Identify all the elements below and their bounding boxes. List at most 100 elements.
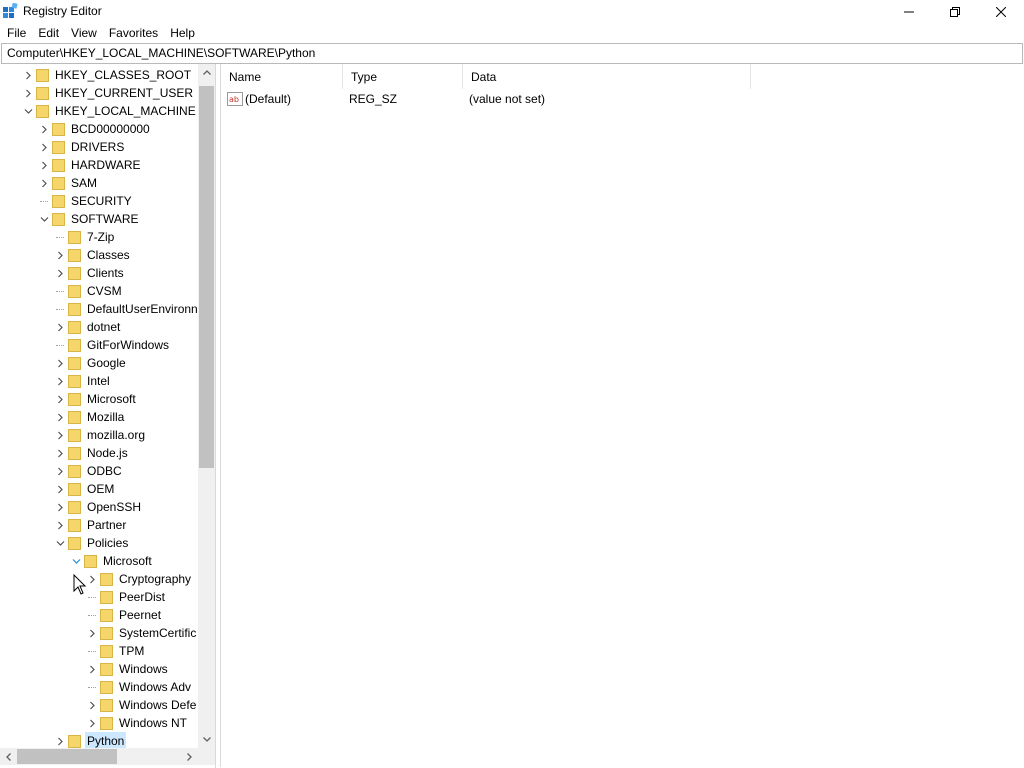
chevron-down-icon[interactable] [36, 210, 52, 228]
tree-item[interactable]: Windows Defe [84, 696, 198, 714]
tree-item[interactable]: PeerDist [84, 588, 167, 606]
tree-item[interactable]: CVSM [52, 282, 124, 300]
tree-horizontal-scrollbar[interactable] [0, 748, 198, 765]
tree-item[interactable]: Policies [52, 534, 130, 552]
values-list-pane[interactable]: Name Type Data ab (Default) REG_SZ (valu… [220, 64, 1023, 767]
tree-item-label: Intel [87, 374, 110, 388]
scroll-left-arrow-icon[interactable] [0, 748, 17, 765]
tree-item-label: Windows [119, 662, 168, 676]
chevron-right-icon[interactable] [84, 624, 100, 642]
chevron-right-icon[interactable] [84, 696, 100, 714]
menu-favorites[interactable]: Favorites [103, 23, 164, 43]
chevron-right-icon[interactable] [52, 732, 68, 748]
restore-button[interactable] [932, 0, 978, 23]
tree-item[interactable]: Windows [84, 660, 170, 678]
tree-item[interactable]: Windows NT [84, 714, 189, 732]
chevron-right-icon[interactable] [52, 498, 68, 516]
tree-horizontal-scroll-thumb[interactable] [17, 749, 117, 764]
tree-item[interactable]: Peernet [84, 606, 163, 624]
chevron-right-icon[interactable] [52, 408, 68, 426]
chevron-right-icon[interactable] [52, 318, 68, 336]
chevron-right-icon[interactable] [52, 390, 68, 408]
menu-edit[interactable]: Edit [32, 23, 65, 43]
tree-view: HKEY_CLASSES_ROOT HKEY_CURRENT_USER HKEY_L… [0, 64, 198, 748]
tree-item[interactable]: BCD00000000 [36, 120, 152, 138]
scroll-down-arrow-icon[interactable] [198, 731, 215, 748]
chevron-right-icon[interactable] [52, 372, 68, 390]
chevron-right-icon[interactable] [52, 444, 68, 462]
column-header-name[interactable]: Name [221, 64, 343, 89]
folder-icon [36, 105, 49, 118]
tree-item[interactable]: GitForWindows [52, 336, 171, 354]
tree-item-label: Classes [87, 248, 130, 262]
chevron-down-icon[interactable] [68, 552, 84, 570]
tree-item[interactable]: Microsoft [68, 552, 154, 570]
tree-item[interactable]: Cryptography [84, 570, 193, 588]
tree-item[interactable]: Windows Adv [84, 678, 193, 696]
chevron-right-icon[interactable] [36, 174, 52, 192]
folder-icon [68, 285, 81, 298]
tree-item[interactable]: OEM [52, 480, 116, 498]
chevron-right-icon[interactable] [52, 462, 68, 480]
tree-item[interactable]: Google [52, 354, 128, 372]
key-tree-pane[interactable]: HKEY_CLASSES_ROOT HKEY_CURRENT_USER HKEY_L… [0, 64, 216, 768]
restore-icon [950, 6, 960, 17]
tree-item[interactable]: DRIVERS [36, 138, 126, 156]
chevron-right-icon[interactable] [52, 426, 68, 444]
chevron-right-icon[interactable] [20, 84, 36, 102]
chevron-right-icon[interactable] [52, 480, 68, 498]
chevron-right-icon[interactable] [36, 120, 52, 138]
tree-item[interactable]: Python [52, 732, 127, 748]
tree-item[interactable]: DefaultUserEnvironn [52, 300, 198, 318]
tree-item[interactable]: mozilla.org [52, 426, 147, 444]
chevron-right-icon[interactable] [52, 516, 68, 534]
tree-vertical-scroll-thumb[interactable] [199, 86, 214, 468]
tree-item[interactable]: OpenSSH [52, 498, 143, 516]
tree-item[interactable]: SOFTWARE [36, 210, 141, 228]
tree-item[interactable]: HKEY_LOCAL_MACHINE [20, 102, 198, 120]
scroll-right-arrow-icon[interactable] [181, 748, 198, 765]
tree-item-label: SOFTWARE [71, 212, 139, 226]
tree-item-label: 7-Zip [87, 230, 115, 244]
chevron-down-icon[interactable] [52, 534, 68, 552]
chevron-right-icon[interactable] [52, 264, 68, 282]
tree-item[interactable]: dotnet [52, 318, 122, 336]
chevron-right-icon[interactable] [36, 156, 52, 174]
chevron-right-icon[interactable] [84, 660, 100, 678]
tree-item[interactable]: SECURITY [36, 192, 134, 210]
minimize-button[interactable] [886, 0, 932, 23]
chevron-right-icon[interactable] [84, 714, 100, 732]
tree-item[interactable]: HKEY_CURRENT_USER [20, 84, 195, 102]
column-header-data[interactable]: Data [463, 64, 751, 89]
tree-item[interactable]: HARDWARE [36, 156, 143, 174]
tree-item[interactable]: Classes [52, 246, 132, 264]
value-row[interactable]: ab (Default) REG_SZ (value not set) [221, 90, 1023, 108]
tree-item[interactable]: Microsoft [52, 390, 138, 408]
folder-icon [68, 465, 81, 478]
chevron-right-icon[interactable] [20, 66, 36, 84]
address-bar[interactable]: Computer\HKEY_LOCAL_MACHINE\SOFTWARE\Pyt… [1, 43, 1023, 64]
tree-vertical-scrollbar[interactable] [198, 64, 215, 748]
chevron-right-icon[interactable] [52, 246, 68, 264]
column-header-type[interactable]: Type [343, 64, 463, 89]
menu-file[interactable]: File [1, 23, 32, 43]
tree-item[interactable]: SystemCertific [84, 624, 198, 642]
chevron-down-icon[interactable] [20, 102, 36, 120]
tree-item[interactable]: ODBC [52, 462, 124, 480]
tree-item[interactable]: SAM [36, 174, 99, 192]
tree-item[interactable]: 7-Zip [52, 228, 116, 246]
tree-item[interactable]: Node.js [52, 444, 130, 462]
tree-item-label: CVSM [87, 284, 122, 298]
tree-item[interactable]: Mozilla [52, 408, 126, 426]
tree-item[interactable]: Partner [52, 516, 128, 534]
menu-help[interactable]: Help [164, 23, 201, 43]
tree-item[interactable]: Intel [52, 372, 112, 390]
chevron-right-icon[interactable] [52, 354, 68, 372]
scroll-up-arrow-icon[interactable] [198, 64, 215, 81]
tree-item[interactable]: TPM [84, 642, 146, 660]
menu-view[interactable]: View [65, 23, 103, 43]
tree-item[interactable]: Clients [52, 264, 126, 282]
tree-item[interactable]: HKEY_CLASSES_ROOT [20, 66, 193, 84]
close-button[interactable] [978, 0, 1024, 23]
chevron-right-icon[interactable] [36, 138, 52, 156]
